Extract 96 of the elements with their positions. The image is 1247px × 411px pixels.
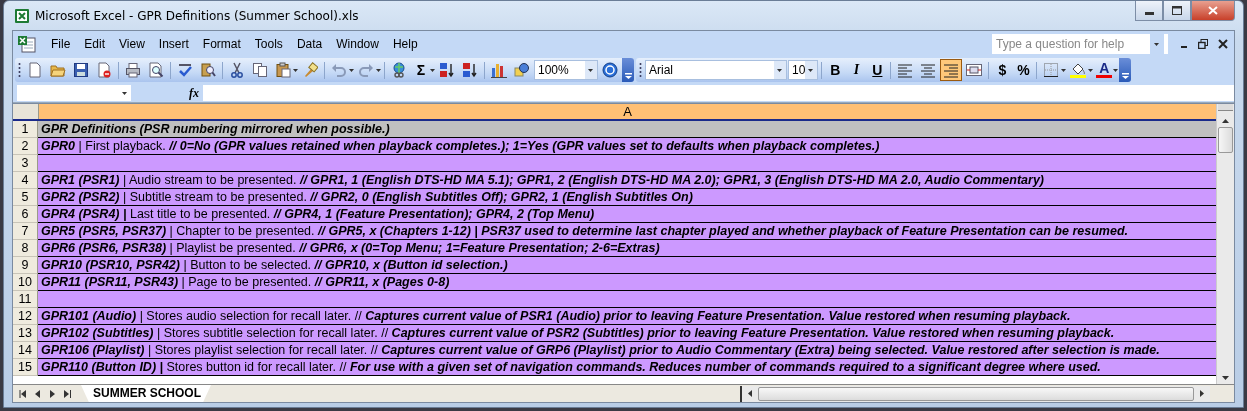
row-header[interactable]: 2 [13, 138, 38, 155]
zoom-dropdown[interactable]: 100% [534, 60, 598, 80]
close-icon[interactable] [1218, 39, 1228, 49]
font-size-dropdown[interactable]: 10 [788, 60, 819, 80]
align-right-icon[interactable] [940, 59, 963, 81]
row-header[interactable]: 13 [13, 325, 38, 342]
menu-item[interactable]: Window [330, 35, 387, 53]
column-header[interactable]: A [39, 104, 1216, 119]
last-sheet-icon[interactable] [64, 389, 72, 398]
toolbar-grip-icon[interactable] [18, 62, 21, 78]
caret-icon[interactable] [1113, 68, 1119, 72]
table-cell: GPR0 | First playback. // 0=No (GPR values retained when playback completes.); 1=Yes (GPR values set to defaults when playback completes.) [38, 138, 1216, 155]
row-header[interactable]: 9 [13, 257, 38, 274]
splitter-handle[interactable] [1218, 104, 1233, 111]
caret-icon [1121, 73, 1129, 79]
scroll-down-icon[interactable] [1222, 376, 1229, 380]
excel-icon [14, 7, 30, 24]
row-header[interactable]: 15 [13, 359, 38, 376]
toolbar-button[interactable]: % [1013, 61, 1034, 79]
table-cell: GPR Definitions (PSR numbering mirrored when possible.) [38, 121, 1216, 138]
row-header[interactable]: 14 [13, 342, 38, 359]
menu-item[interactable]: Data [290, 35, 331, 53]
next-sheet-icon[interactable] [49, 389, 57, 398]
minimize-button[interactable] [1135, 1, 1163, 21]
caret-icon [624, 73, 632, 79]
horizontal-scrollbar[interactable] [740, 385, 1210, 402]
toolbar-button[interactable]: $ [992, 61, 1013, 79]
toolbar-button[interactable]: U [867, 61, 888, 79]
menu-item[interactable]: Format [196, 35, 249, 53]
table-cell: GPR10 (PSR10, PSR42) | Button to be selected. // GPR10, x (Button id selection.) [38, 257, 1216, 274]
scroll-right-icon[interactable] [1200, 390, 1204, 397]
row-header[interactable]: 4 [13, 172, 38, 189]
row-header[interactable]: 1 [13, 121, 38, 138]
scroll-thumb[interactable] [758, 386, 1194, 401]
menu-item[interactable]: Tools [248, 35, 291, 53]
caret-icon[interactable] [587, 68, 593, 72]
table-cell: GPR2 (PSR2) | Subtitle stream to be presented. // GPR2, 0 (English Subtitles Off); GPR2, 1 (English Subtitles On) [38, 189, 1216, 206]
table-cell: GPR6 (PSR6, PSR38) | Playlist be presented. // GPR6, x (0=Top Menu; 1=Feature Presentation; 2-6=Extras) [38, 240, 1216, 257]
caret-icon[interactable] [293, 68, 298, 72]
caret-icon[interactable] [776, 68, 782, 72]
workbook-icon[interactable] [17, 35, 37, 53]
row-header[interactable]: 10 [13, 274, 38, 291]
toolbar-grip-icon[interactable] [639, 62, 642, 78]
restore-icon[interactable] [1198, 39, 1208, 49]
row-header[interactable]: 5 [13, 189, 38, 206]
caret-icon[interactable] [1088, 68, 1094, 72]
dropdown-button[interactable] [1150, 34, 1164, 54]
close-icon [1208, 6, 1218, 15]
menu-item[interactable]: Edit [78, 35, 114, 53]
caret-icon[interactable] [807, 68, 813, 72]
caret-icon[interactable] [122, 91, 127, 95]
toolbar-options-button[interactable] [622, 58, 634, 82]
maximize-button[interactable] [1163, 1, 1191, 21]
caret-icon[interactable] [430, 68, 435, 72]
previous-sheet-icon[interactable] [34, 389, 42, 398]
caret-icon[interactable] [376, 68, 381, 72]
toolbar-button[interactable]: A [1094, 61, 1115, 79]
table-cell: GPR1 (PSR1) | Audio stream to be presented. // GPR1, 1 (English DTS-HD MA 5.1); GPR1, 2 (English DTS-HD MA 2.0); GPR1, 3 (English DTS-HD MA 2.0, Audio Commentary) [38, 172, 1216, 189]
font-dropdown[interactable]: Arial [645, 60, 787, 80]
row-header[interactable]: 6 [13, 206, 38, 223]
table-cell: GPR110 (Button ID) | Stores button id for recall later. // For use with a given set of navigation commands. Reduces number of commands required to a significant degree where used. [38, 359, 1216, 376]
row-header[interactable]: 7 [13, 223, 38, 240]
caret-icon[interactable] [1061, 68, 1067, 72]
row-header[interactable]: 8 [13, 240, 38, 257]
table-cell: GPR102 (Subtitles) | Stores subtitle selection for recall later. // Captures current value of PSR2 (Subtitles) prior to leaving Feature Presentation. Value restored when resuming playback. [38, 325, 1216, 342]
menu-item[interactable]: Insert [152, 35, 197, 53]
scroll-up-icon[interactable] [1222, 119, 1229, 123]
menu-item[interactable]: View [113, 35, 153, 53]
vertical-scrollbar[interactable] [1216, 104, 1234, 384]
toolbar-options-button[interactable] [1119, 58, 1132, 82]
maximize-icon [1172, 6, 1182, 15]
caret-icon[interactable] [349, 68, 354, 72]
help-search-field[interactable]: Type a question for help [992, 34, 1168, 54]
formula-field[interactable] [203, 85, 1234, 101]
table-cell: GPR5 (PSR5, PSR37) | Chapter to be presented. // GPR5, x (Chapters 1-12) | PSR37 used to determine last chapter played and whether playback of Feature Presentation can be resumed. [38, 223, 1216, 240]
row-header[interactable]: 12 [13, 308, 38, 325]
scroll-left-icon[interactable] [748, 390, 752, 397]
row-header[interactable]: 3 [13, 155, 38, 172]
table-cell: GPR101 (Audio) | Stores audio selection for recall later. // Captures current value of PSR1 (Audio) prior to leaving Feature Presentation. Value restored when resuming playback. [38, 308, 1216, 325]
toolbar-button[interactable]: I [846, 61, 867, 79]
menu-item[interactable]: File [45, 35, 79, 53]
menu-item[interactable]: Help [386, 35, 426, 53]
first-sheet-icon[interactable] [19, 389, 27, 398]
caret-icon[interactable] [1153, 42, 1159, 46]
scroll-thumb[interactable] [1218, 127, 1233, 153]
function-button[interactable]: fx [189, 85, 199, 101]
table-cell: GPR11 (PSR11, PSR43) | Page to be presented. // GPR11, x (Pages 0-8) [38, 274, 1216, 291]
toolbar-button[interactable]: Σ [411, 61, 431, 79]
close-button[interactable] [1191, 1, 1235, 21]
row-header[interactable]: 11 [13, 291, 38, 308]
help-icon[interactable] [599, 59, 621, 81]
sheet-tab[interactable]: SUMMER SCHOOL [81, 385, 211, 402]
table-cell: GPR4 (PSR4) | Last title to be presented. // GPR4, 1 (Feature Presentation); GPR4, 2 (Top Menu) [38, 206, 1216, 223]
table-cell: GPR106 (Playlist) | Stores playlist selection for recall later. // Captures current value of GRP6 (Playlist) prior to Audio Commentary (Extra) being selected. Value restored after selection is made. [38, 342, 1216, 359]
window-title: Microsoft Excel - GPR Definitions (Summer School).xls [35, 8, 359, 23]
toolbar-button[interactable]: B [825, 61, 846, 79]
